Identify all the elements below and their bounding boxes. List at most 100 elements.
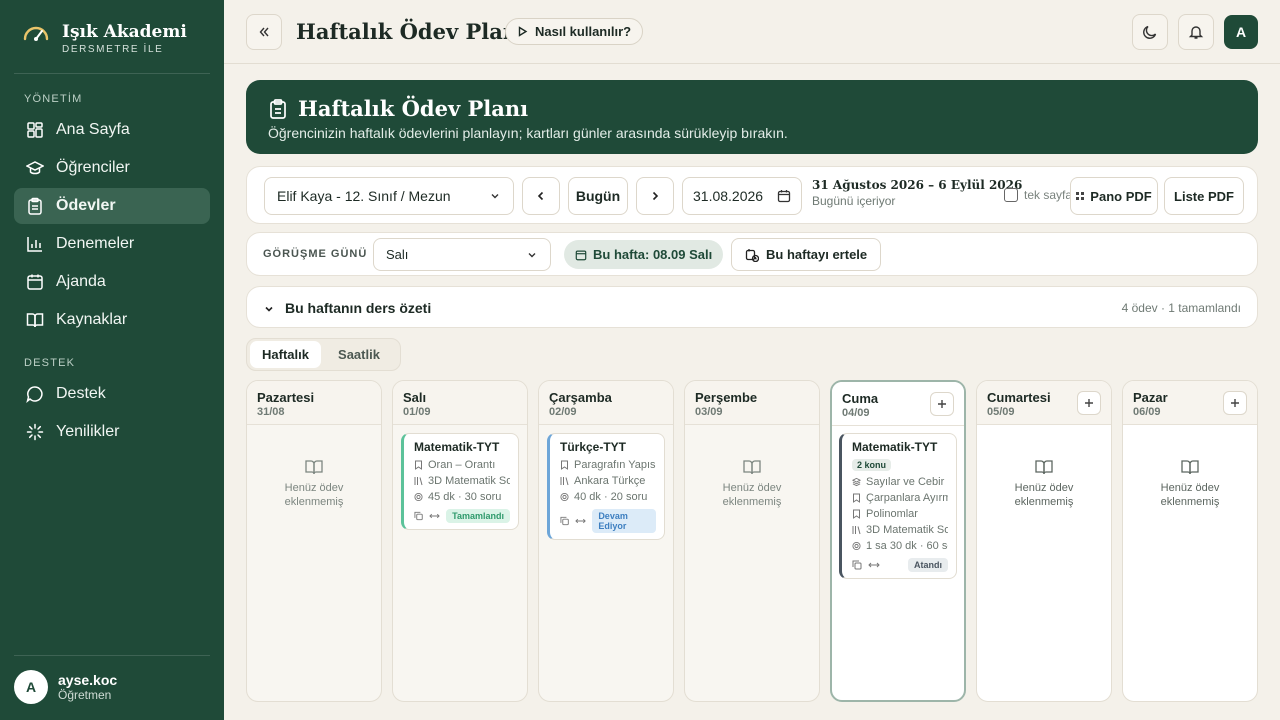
book-open-icon [1181, 460, 1199, 475]
sidebar-item-students[interactable]: Öğrenciler [14, 150, 210, 186]
assignment-topic-text: Çarpanlara Ayırma [866, 492, 948, 504]
tab-weekly[interactable]: Haftalık [250, 341, 321, 368]
hero-subtitle: Öğrencinizin haftalık ödevlerini planlay… [268, 125, 788, 141]
assignment-card[interactable]: Matematik-TYT Oran – Orantı 3D Matematik… [401, 433, 519, 530]
move-arrows-icon[interactable] [429, 512, 440, 520]
summary-stats: 4 ödev · 1 tamamlandı [1121, 301, 1241, 315]
day-date: 02/09 [549, 406, 577, 418]
collapse-sidebar-button[interactable] [246, 14, 282, 50]
liste-pdf-button[interactable]: Liste PDF [1164, 177, 1244, 215]
add-assignment-button[interactable] [1223, 391, 1247, 415]
today-button[interactable]: Bugün [568, 177, 628, 215]
day-column-thursday[interactable]: Perşembe 03/09 Henüz ödev eklenmemiş [684, 380, 820, 702]
theme-toggle-button[interactable] [1132, 14, 1168, 50]
calendar-icon [27, 274, 43, 290]
move-arrows-icon[interactable] [575, 517, 587, 525]
empty-state: Henüz ödev eklenmemiş [1123, 459, 1257, 509]
assignment-resource-text: Ankara Türkçe [574, 475, 646, 487]
topbar: Haftalık Ödev Planı Nasıl kullanılır? A [224, 0, 1280, 64]
assignment-topic-text: Paragrafın Yapısı [574, 459, 656, 471]
status-badge: Devam Ediyor [592, 509, 656, 533]
target-icon [414, 492, 423, 502]
copy-icon[interactable] [852, 560, 862, 570]
calendar-icon [777, 190, 791, 203]
this-week-meeting-text: Bu hafta: 08.09 Salı [593, 247, 713, 262]
book-open-icon [305, 460, 323, 475]
divider [14, 655, 210, 656]
clipboard-icon [28, 197, 42, 215]
day-column-tuesday[interactable]: Salı 01/09 Matematik-TYT Oran – Orantı 3D… [392, 380, 528, 702]
bookmark-icon [415, 460, 422, 470]
avatar: A [14, 670, 48, 704]
day-column-wednesday[interactable]: Çarşamba 02/09 Türkçe-TYT Paragrafın Yapı… [538, 380, 674, 702]
sidebar-item-assignments[interactable]: Ödevler [14, 188, 210, 224]
graduation-cap-icon [26, 161, 44, 175]
status-badge: Tamamlandı [446, 509, 510, 523]
sidebar-item-exams[interactable]: Denemeler [14, 226, 210, 262]
sidebar-item-whats-new[interactable]: Yenilikler [14, 414, 210, 450]
tab-hourly[interactable]: Saatlik [321, 341, 397, 368]
empty-text: Henüz ödev eklenmemiş [284, 482, 344, 508]
student-select-value: Elif Kaya - 12. Sınıf / Mezun [277, 188, 451, 204]
assignment-footer: Atandı [852, 558, 948, 572]
date-input[interactable]: 31.08.2026 [682, 177, 802, 215]
day-name: Çarşamba [549, 390, 612, 405]
empty-state: Henüz ödev eklenmemiş [247, 459, 381, 509]
checkbox-box[interactable] [1004, 188, 1018, 202]
sidebar-item-home[interactable]: Ana Sayfa [14, 112, 210, 148]
assignment-title: Türkçe-TYT [560, 440, 627, 454]
assignment-footer: Devam Ediyor [560, 509, 656, 533]
user-name: ayse.koc [58, 672, 118, 688]
notifications-button[interactable] [1178, 14, 1214, 50]
help-label: Nasıl kullanılır? [535, 24, 632, 39]
copy-icon[interactable] [560, 516, 569, 526]
bell-icon [1188, 26, 1204, 39]
postpone-week-button[interactable]: Bu haftayı ertele [731, 238, 882, 271]
day-column-sunday[interactable]: Pazar 06/09 Henüz ödev eklenmemiş [1122, 380, 1258, 702]
assignment-topic: Paragrafın Yapısı [560, 457, 656, 473]
sidebar-item-label: Ödevler [56, 197, 116, 214]
sidebar-item-agenda[interactable]: Ajanda [14, 264, 210, 300]
assignment-resource: 3D Matematik Soru [414, 473, 510, 489]
day-column-monday[interactable]: Pazartesi 31/08 Henüz ödev eklenmemiş [246, 380, 382, 702]
single-page-checkbox[interactable]: tek sayfa [1004, 188, 1072, 202]
day-date: 31/08 [257, 406, 285, 418]
target-icon [852, 541, 861, 551]
empty-text: Henüz ödev eklenmemiş [1014, 482, 1074, 508]
plus-icon [1231, 399, 1239, 407]
assignment-title: Matematik-TYT [852, 440, 938, 454]
sidebar-item-resources[interactable]: Kaynaklar [14, 302, 210, 338]
assignment-topic-text: Oran – Orantı [428, 459, 496, 471]
assignment-card[interactable]: Türkçe-TYT Paragrafın Yapısı Ankara Türk… [547, 433, 665, 540]
pano-pdf-button[interactable]: Pano PDF [1070, 177, 1158, 215]
user-profile[interactable]: A ayse.koc Öğretmen [14, 670, 117, 704]
brand[interactable]: Işık Akademi DERSMETRE İLE [22, 22, 187, 55]
weekly-summary[interactable]: Bu haftanın ders özeti 4 ödev · 1 tamaml… [246, 286, 1258, 328]
date-input-value: 31.08.2026 [693, 188, 764, 204]
day-column-saturday[interactable]: Cumartesi 05/09 Henüz ödev eklenmemiş [976, 380, 1112, 702]
move-arrows-icon[interactable] [868, 561, 880, 569]
empty-text: Henüz ödev eklenmemiş [1160, 482, 1220, 508]
add-assignment-button[interactable] [930, 392, 954, 416]
library-icon [560, 477, 569, 486]
section-heading-admin: YÖNETİM [24, 93, 83, 105]
chevron-down-icon [491, 194, 499, 199]
next-week-button[interactable] [636, 177, 674, 215]
target-icon [560, 492, 569, 502]
user-avatar-button[interactable]: A [1224, 15, 1258, 49]
assignment-card[interactable]: Matematik-TYT 2 konu Sayılar ve Cebir Ça… [839, 433, 957, 579]
student-select[interactable]: Elif Kaya - 12. Sınıf / Mezun [264, 177, 514, 215]
day-column-friday[interactable]: Cuma 04/09 Matematik-TYT 2 konu Sayılar v… [830, 380, 966, 702]
clipboard-icon [270, 99, 286, 119]
help-button[interactable]: Nasıl kullanılır? [505, 18, 644, 45]
add-assignment-button[interactable] [1077, 391, 1101, 415]
user-role: Öğretmen [58, 688, 112, 702]
sidebar-item-support[interactable]: Destek [14, 376, 210, 412]
book-open-icon [26, 313, 44, 328]
view-tabs: Haftalık Saatlik [246, 338, 401, 371]
previous-week-button[interactable] [522, 177, 560, 215]
copy-icon[interactable] [414, 511, 423, 521]
empty-text: Henüz ödev eklenmemiş [722, 482, 782, 508]
sidebar-item-label: Ajanda [56, 273, 106, 290]
meeting-day-select[interactable]: Salı [373, 238, 551, 271]
